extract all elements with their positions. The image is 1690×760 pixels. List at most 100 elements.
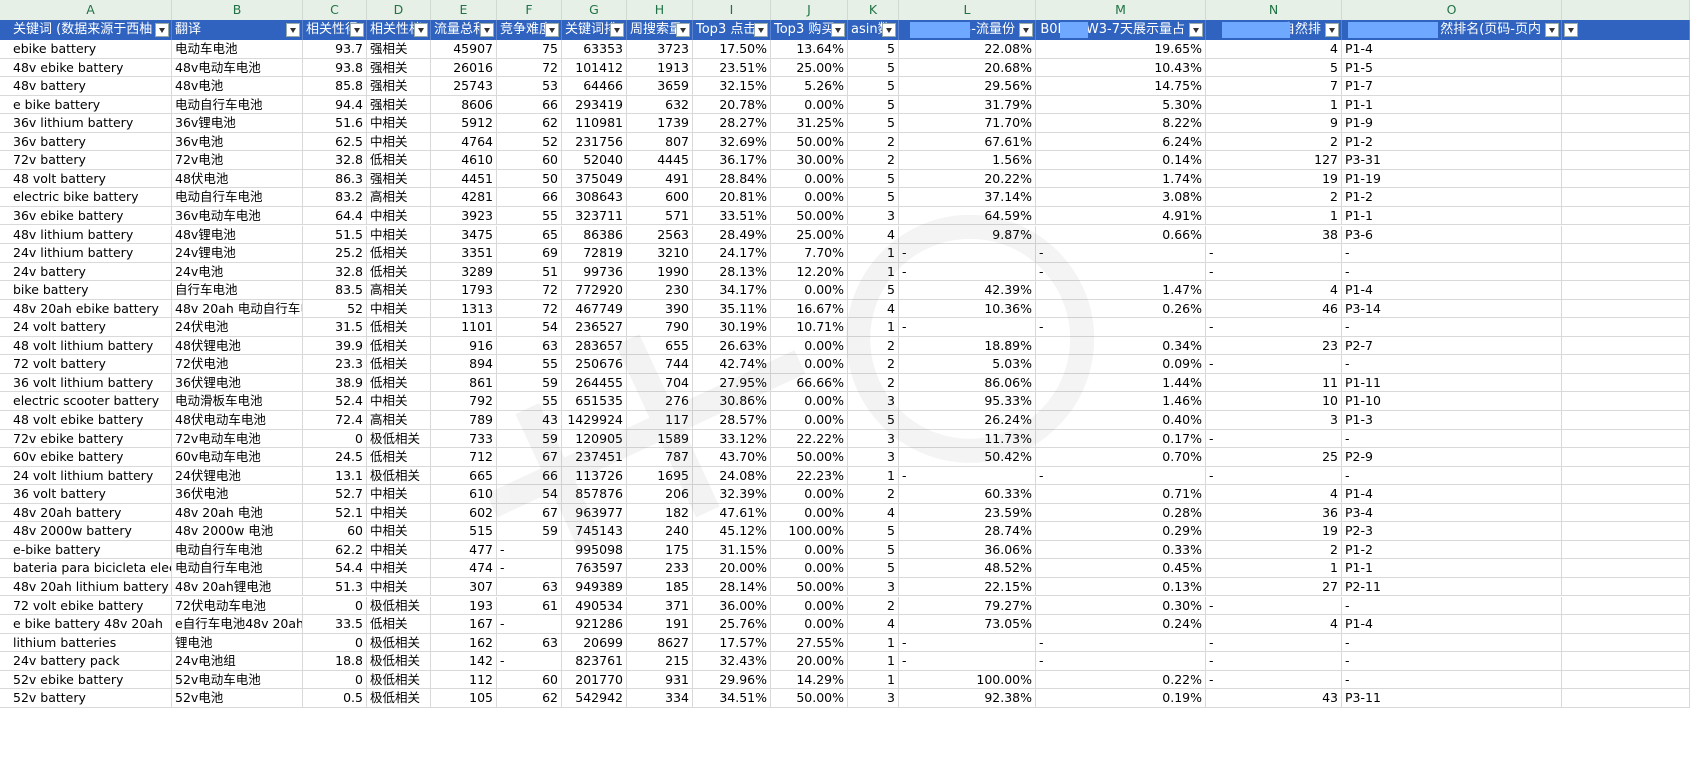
cell-natural-rank[interactable]: - (1206, 652, 1342, 671)
cell-natural-rank[interactable]: 2 (1206, 188, 1342, 207)
cell-translation[interactable]: 52v电池 (172, 689, 303, 708)
cell-traffic-total[interactable]: 712 (431, 448, 497, 467)
cell-natural-rank-page[interactable]: P1-11 (1342, 373, 1562, 393)
cell-translation[interactable]: 72v电动车电池 (172, 429, 303, 449)
cell-impression-share[interactable]: 0.70% (1036, 448, 1206, 467)
cell-impression-share[interactable]: 6.24% (1036, 132, 1206, 152)
cell-traffic-share[interactable]: 28.74% (899, 522, 1036, 541)
cell-weekly-search[interactable]: 276 (627, 392, 693, 411)
cell-translation[interactable]: 48v 20ah锂电池 (172, 577, 303, 597)
cell-keyword[interactable]: 48v 20ah battery (10, 503, 172, 523)
cell-weekly-search[interactable]: 704 (627, 373, 693, 393)
cell-competition[interactable]: - (497, 615, 562, 634)
cell-keyword-rank[interactable]: 745143 (562, 522, 627, 541)
cell-traffic-total[interactable]: 894 (431, 355, 497, 374)
cell-impression-share[interactable]: 0.45% (1036, 559, 1206, 578)
cell-impression-share[interactable]: 0.19% (1036, 689, 1206, 708)
cell-traffic-share[interactable]: 9.87% (899, 225, 1036, 245)
cell-traffic-share[interactable]: - (899, 466, 1036, 486)
cell-top3-click[interactable]: 28.13% (693, 262, 771, 282)
cell-competition[interactable]: - (497, 652, 562, 671)
cell-keyword[interactable]: 72 volt battery (10, 355, 172, 374)
cell-relevance-score[interactable]: 32.8 (303, 262, 367, 282)
cell-traffic-share[interactable]: - (899, 244, 1036, 263)
cell-relevance-score[interactable]: 24.5 (303, 448, 367, 467)
col-letter-i[interactable]: I (693, 0, 771, 20)
col-letter-p[interactable] (1562, 0, 1690, 20)
cell-asin-count[interactable]: 3 (848, 689, 899, 708)
cell-natural-rank[interactable]: 36 (1206, 503, 1342, 523)
cell-natural-rank-page[interactable]: P1-4 (1342, 281, 1562, 300)
cell-weekly-search[interactable]: 790 (627, 318, 693, 337)
cell-relevance-level[interactable]: 强相关 (367, 77, 431, 96)
cell-keyword[interactable]: 24 volt battery (10, 318, 172, 337)
cell-traffic-share[interactable]: 73.05% (899, 615, 1036, 634)
cell-keyword[interactable]: 72 volt ebike battery (10, 596, 172, 616)
cell-competition[interactable]: 66 (497, 188, 562, 207)
cell-competition[interactable]: 51 (497, 262, 562, 282)
cell-impression-share[interactable]: 3.08% (1036, 188, 1206, 207)
cell-competition[interactable]: 55 (497, 355, 562, 374)
cell-top3-purchase[interactable]: 12.20% (771, 262, 848, 282)
cell-traffic-share[interactable]: - (899, 318, 1036, 337)
cell-weekly-search[interactable]: 215 (627, 652, 693, 671)
cell-keyword-rank[interactable]: 763597 (562, 559, 627, 578)
cell-relevance-level[interactable]: 极低相关 (367, 633, 431, 653)
cell-natural-rank[interactable]: - (1206, 429, 1342, 449)
cell-traffic-total[interactable]: 26016 (431, 58, 497, 78)
cell-relevance-level[interactable]: 中相关 (367, 522, 431, 541)
header-traffic-total[interactable]: 流量总和 (431, 20, 497, 40)
cell-relevance-level[interactable]: 极低相关 (367, 466, 431, 486)
cell-weekly-search[interactable]: 807 (627, 132, 693, 152)
cell-weekly-search[interactable]: 206 (627, 485, 693, 504)
cell-translation[interactable]: e自行车电池48v 20ah (172, 615, 303, 634)
cell-traffic-total[interactable]: 8606 (431, 95, 497, 115)
cell-traffic-share[interactable]: 11.73% (899, 429, 1036, 449)
cell-translation[interactable]: 48v电池 (172, 77, 303, 96)
col-letter-l[interactable]: L (899, 0, 1036, 20)
cell-relevance-score[interactable]: 86.3 (303, 169, 367, 189)
cell-natural-rank[interactable]: 7 (1206, 77, 1342, 96)
cell-keyword[interactable]: 36v lithium battery (10, 114, 172, 133)
cell-natural-rank-page[interactable]: P1-2 (1342, 188, 1562, 207)
cell-asin-count[interactable]: 5 (848, 95, 899, 115)
cell-weekly-search[interactable]: 185 (627, 577, 693, 597)
cell-relevance-score[interactable]: 0 (303, 633, 367, 653)
cell-relevance-level[interactable]: 中相关 (367, 299, 431, 319)
cell-extra[interactable] (1562, 615, 1690, 634)
cell-top3-purchase[interactable]: 16.67% (771, 299, 848, 319)
cell-competition[interactable]: 59 (497, 522, 562, 541)
cell-impression-share[interactable]: 0.13% (1036, 577, 1206, 597)
cell-impression-share[interactable]: 0.71% (1036, 485, 1206, 504)
cell-asin-count[interactable]: 2 (848, 132, 899, 152)
cell-natural-rank[interactable]: 4 (1206, 485, 1342, 504)
col-letter-j[interactable]: J (771, 0, 848, 20)
cell-impression-share[interactable]: 14.75% (1036, 77, 1206, 96)
cell-extra[interactable] (1562, 596, 1690, 616)
cell-translation[interactable]: 24伏电池 (172, 318, 303, 337)
cell-relevance-score[interactable]: 23.3 (303, 355, 367, 374)
header-top3-purchase[interactable]: Top3 购买 (771, 20, 848, 40)
cell-top3-purchase[interactable]: 0.00% (771, 540, 848, 560)
cell-traffic-total[interactable]: 25743 (431, 77, 497, 96)
cell-traffic-share[interactable]: 20.22% (899, 169, 1036, 189)
cell-asin-count[interactable]: 5 (848, 58, 899, 78)
cell-asin-count[interactable]: 2 (848, 355, 899, 374)
cell-impression-share[interactable]: 0.17% (1036, 429, 1206, 449)
cell-relevance-score[interactable]: 72.4 (303, 411, 367, 430)
cell-natural-rank-page[interactable]: - (1342, 262, 1562, 282)
cell-keyword[interactable]: e bike battery (10, 95, 172, 115)
cell-natural-rank-page[interactable]: - (1342, 244, 1562, 263)
cell-competition[interactable]: 66 (497, 95, 562, 115)
cell-natural-rank[interactable]: 4 (1206, 615, 1342, 634)
cell-traffic-share[interactable]: 36.06% (899, 540, 1036, 560)
cell-keyword-rank[interactable]: 20699 (562, 633, 627, 653)
cell-natural-rank-page[interactable]: P1-1 (1342, 559, 1562, 578)
cell-top3-click[interactable]: 17.57% (693, 633, 771, 653)
cell-extra[interactable] (1562, 689, 1690, 708)
cell-relevance-score[interactable]: 25.2 (303, 244, 367, 263)
cell-keyword[interactable]: 36v ebike battery (10, 206, 172, 226)
cell-natural-rank-page[interactable]: P2-11 (1342, 577, 1562, 597)
cell-competition[interactable]: 69 (497, 244, 562, 263)
cell-extra[interactable] (1562, 652, 1690, 671)
